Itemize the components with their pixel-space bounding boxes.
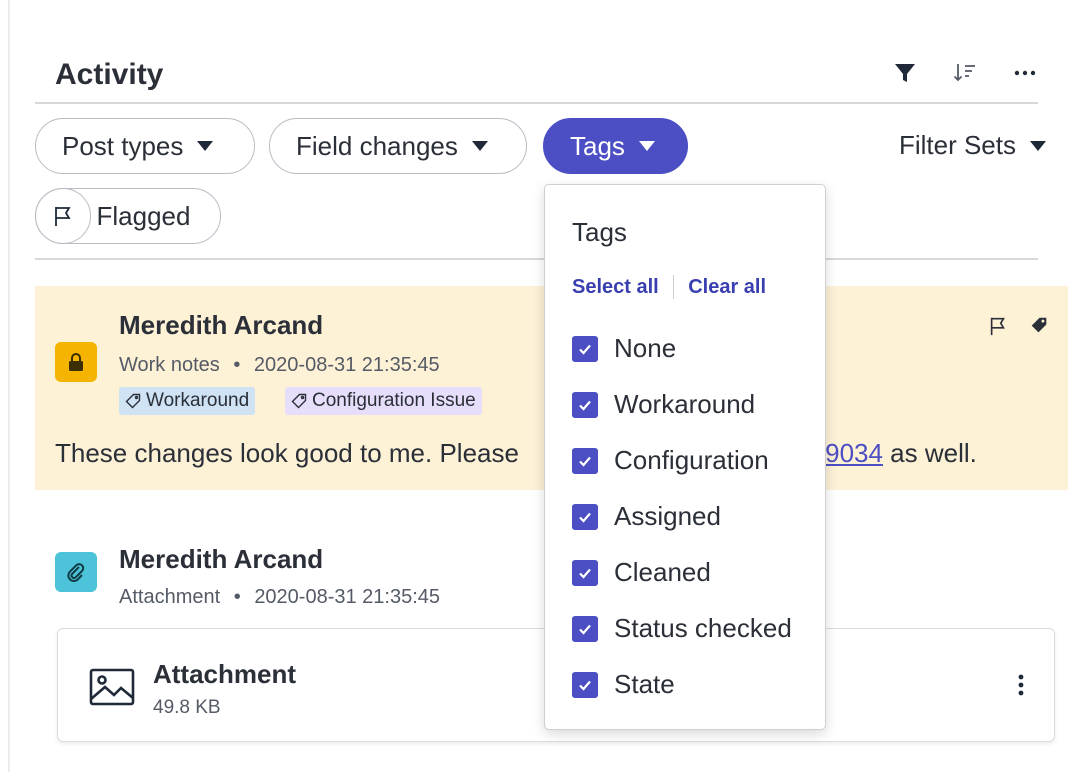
entry-type: Work notes (119, 354, 220, 376)
chevron-down-icon (638, 141, 655, 151)
tag-chip[interactable]: Configuration Issue (285, 387, 482, 415)
entry-author[interactable]: Meredith Arcand (119, 544, 323, 575)
tags-dropdown-menu: Tags Select all Clear all None Workaroun… (544, 184, 826, 730)
post-types-label: Post types (62, 130, 184, 161)
checkbox-checked-icon[interactable] (572, 671, 598, 698)
meta-separator: • (233, 354, 241, 376)
field-changes-label: Field changes (296, 130, 458, 161)
entry-timestamp: 2020-08-31 21:35:45 (254, 586, 441, 608)
chevron-down-icon (471, 141, 488, 151)
tag-option-label: Assigned (614, 501, 721, 531)
entry-body: These changes look good to me. Please 22… (55, 438, 977, 469)
flag-icon (34, 188, 91, 244)
meta-separator: • (233, 586, 241, 608)
image-icon (88, 667, 136, 712)
tag-option-assigned[interactable]: Assigned (572, 501, 721, 532)
attachment-name[interactable]: Attachment (153, 659, 296, 690)
attachment-size: 49.8 KB (153, 697, 221, 718)
tag-option-label: None (614, 333, 677, 363)
panel-divider (8, 0, 10, 772)
select-all-link[interactable]: Select all (572, 276, 659, 299)
entry-type: Attachment (119, 586, 221, 608)
tag-icon[interactable] (1030, 316, 1048, 341)
checkbox-checked-icon[interactable] (572, 335, 598, 362)
page-title: Activity (55, 58, 164, 91)
entry-body-end: as well. (882, 438, 977, 468)
tag-label: Configuration Issue (312, 390, 476, 411)
tag-icon (125, 393, 141, 409)
sort-icon[interactable] (952, 60, 978, 86)
filter-sets-dropdown[interactable]: Filter Sets (899, 130, 1046, 161)
more-icon[interactable] (1012, 60, 1038, 86)
entry-actions (988, 316, 1048, 341)
tag-option-label: Status checked (614, 613, 792, 643)
post-types-filter[interactable]: Post types (35, 118, 255, 174)
tags-filter-label: Tags (570, 130, 625, 161)
entry-timestamp: 2020-08-31 21:35:45 (253, 354, 440, 376)
checkbox-checked-icon[interactable] (572, 559, 598, 586)
flagged-filter[interactable]: Flagged (34, 188, 221, 244)
entry-meta: Work notes • 2020-08-31 21:35:45 (119, 354, 440, 377)
tag-option-label: Configuration (614, 445, 769, 475)
tag-option-status-checked[interactable]: Status checked (572, 613, 792, 644)
tag-icon (291, 393, 307, 409)
tag-option-configuration[interactable]: Configuration (572, 445, 769, 476)
clear-all-link[interactable]: Clear all (688, 276, 766, 299)
header-toolbar (892, 60, 1038, 86)
dropdown-actions: Select all Clear all (572, 275, 766, 299)
divider (672, 275, 675, 299)
filter-icon[interactable] (892, 60, 918, 86)
tag-option-label: State (614, 669, 675, 699)
tag-option-cleaned[interactable]: Cleaned (572, 557, 711, 588)
checkbox-checked-icon[interactable] (572, 615, 598, 642)
flag-icon[interactable] (988, 316, 1008, 341)
checkbox-checked-icon[interactable] (572, 447, 598, 474)
checkbox-checked-icon[interactable] (572, 503, 598, 530)
filter-sets-label: Filter Sets (898, 130, 1016, 160)
tag-label: Workaround (146, 390, 250, 411)
kebab-icon[interactable] (1018, 673, 1024, 702)
tag-option-state[interactable]: State (572, 669, 675, 700)
entry-author[interactable]: Meredith Arcand (119, 310, 323, 341)
chevron-down-icon (1030, 140, 1046, 151)
tag-option-none[interactable]: None (572, 333, 676, 364)
checkbox-checked-icon[interactable] (572, 391, 598, 418)
filters-divider (35, 258, 1038, 260)
lock-icon (55, 342, 97, 382)
tag-option-label: Cleaned (614, 557, 711, 587)
header-divider (35, 102, 1038, 104)
tag-option-label: Workaround (614, 389, 756, 419)
tag-chip[interactable]: Workaround (119, 387, 256, 415)
activity-panel: Activity Post types Field changes Tags F… (0, 0, 1068, 772)
dropdown-title: Tags (572, 217, 627, 247)
entry-body-text: These changes look good to me. Please (55, 438, 527, 468)
entry-meta: Attachment • 2020-08-31 21:35:45 (119, 586, 440, 609)
tags-filter[interactable]: Tags (543, 118, 688, 174)
flagged-label: Flagged (96, 200, 191, 231)
chevron-down-icon (197, 141, 214, 151)
tag-option-workaround[interactable]: Workaround (572, 389, 755, 420)
field-changes-filter[interactable]: Field changes (269, 118, 527, 174)
paperclip-icon (55, 552, 97, 592)
